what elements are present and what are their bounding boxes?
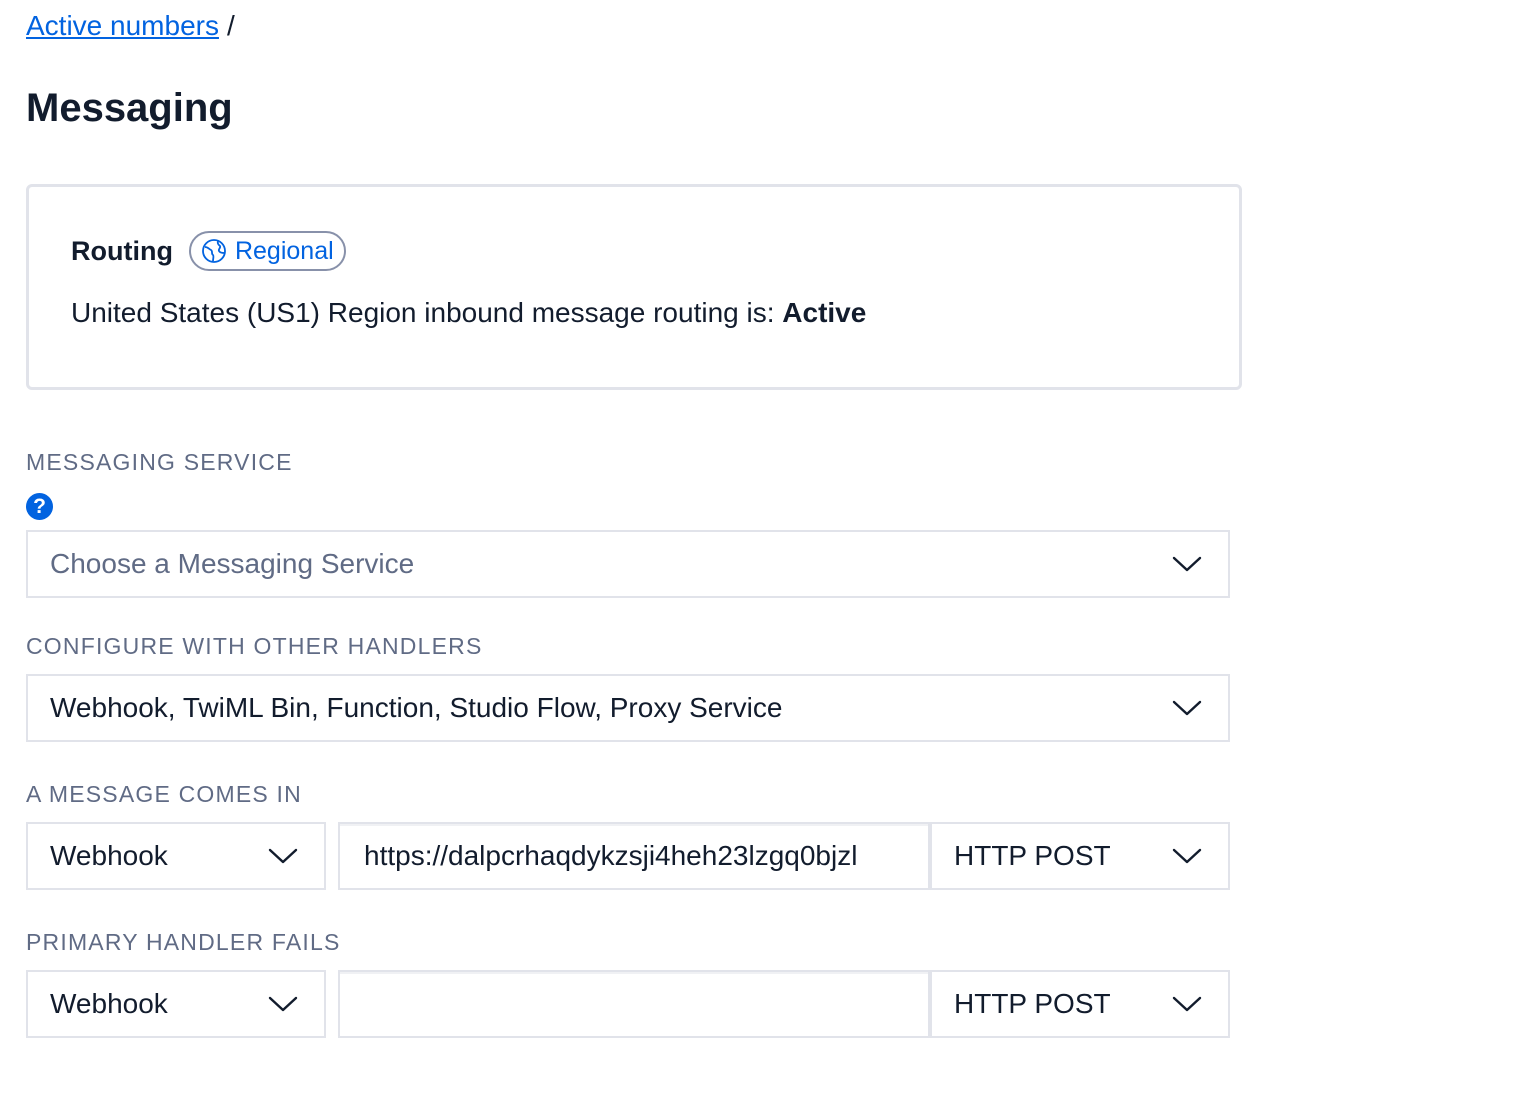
breadcrumb-active-numbers-link[interactable]: Active numbers (26, 10, 219, 41)
routing-card: Routing Regional United States (US1) Reg… (26, 184, 1242, 390)
primary-handler-fails-url-input[interactable] (338, 970, 930, 1038)
globe-icon (202, 239, 226, 263)
primary-handler-fails-label: PRIMARY HANDLER FAILS (26, 929, 341, 955)
primary-handler-fails-method-value: HTTP POST (954, 988, 1111, 1019)
other-handlers-label: CONFIGURE WITH OTHER HANDLERS (26, 633, 483, 659)
breadcrumb: Active numbers / (26, 8, 235, 44)
routing-status: Active (782, 297, 867, 328)
routing-description: United States (US1) Region inbound messa… (71, 293, 866, 333)
chevron-down-icon (1172, 700, 1202, 716)
page-title: Messaging (26, 86, 233, 130)
regional-badge: Regional (188, 231, 346, 271)
chevron-down-icon (1172, 556, 1202, 572)
chevron-down-icon (268, 848, 298, 864)
primary-handler-fails-method-select[interactable]: HTTP POST (930, 970, 1230, 1038)
message-comes-in-method-select[interactable]: HTTP POST (930, 822, 1230, 890)
message-comes-in-method-value: HTTP POST (954, 840, 1111, 871)
messaging-service-placeholder: Choose a Messaging Service (50, 548, 415, 579)
primary-handler-fails-handler-select[interactable]: Webhook (26, 970, 326, 1038)
breadcrumb-separator: / (226, 10, 235, 41)
help-icon[interactable]: ? (26, 493, 53, 520)
message-comes-in-handler-select[interactable]: Webhook (26, 822, 326, 890)
messaging-service-label: MESSAGING SERVICE (26, 449, 293, 475)
regional-badge-label: Regional (234, 236, 334, 265)
chevron-down-icon (268, 996, 298, 1012)
routing-description-text: United States (US1) Region inbound messa… (71, 297, 783, 328)
messaging-service-select[interactable]: Choose a Messaging Service (26, 530, 1230, 598)
message-comes-in-handler-value: Webhook (50, 840, 168, 871)
chevron-down-icon (1172, 848, 1202, 864)
chevron-down-icon (1172, 996, 1202, 1012)
other-handlers-value: Webhook, TwiML Bin, Function, Studio Flo… (50, 692, 783, 723)
message-comes-in-url-input[interactable] (338, 822, 930, 890)
routing-header: Routing Regional (71, 231, 346, 271)
primary-handler-fails-handler-value: Webhook (50, 988, 168, 1019)
message-comes-in-label: A MESSAGE COMES IN (26, 781, 302, 807)
other-handlers-select[interactable]: Webhook, TwiML Bin, Function, Studio Flo… (26, 674, 1230, 742)
routing-label: Routing (71, 236, 173, 266)
